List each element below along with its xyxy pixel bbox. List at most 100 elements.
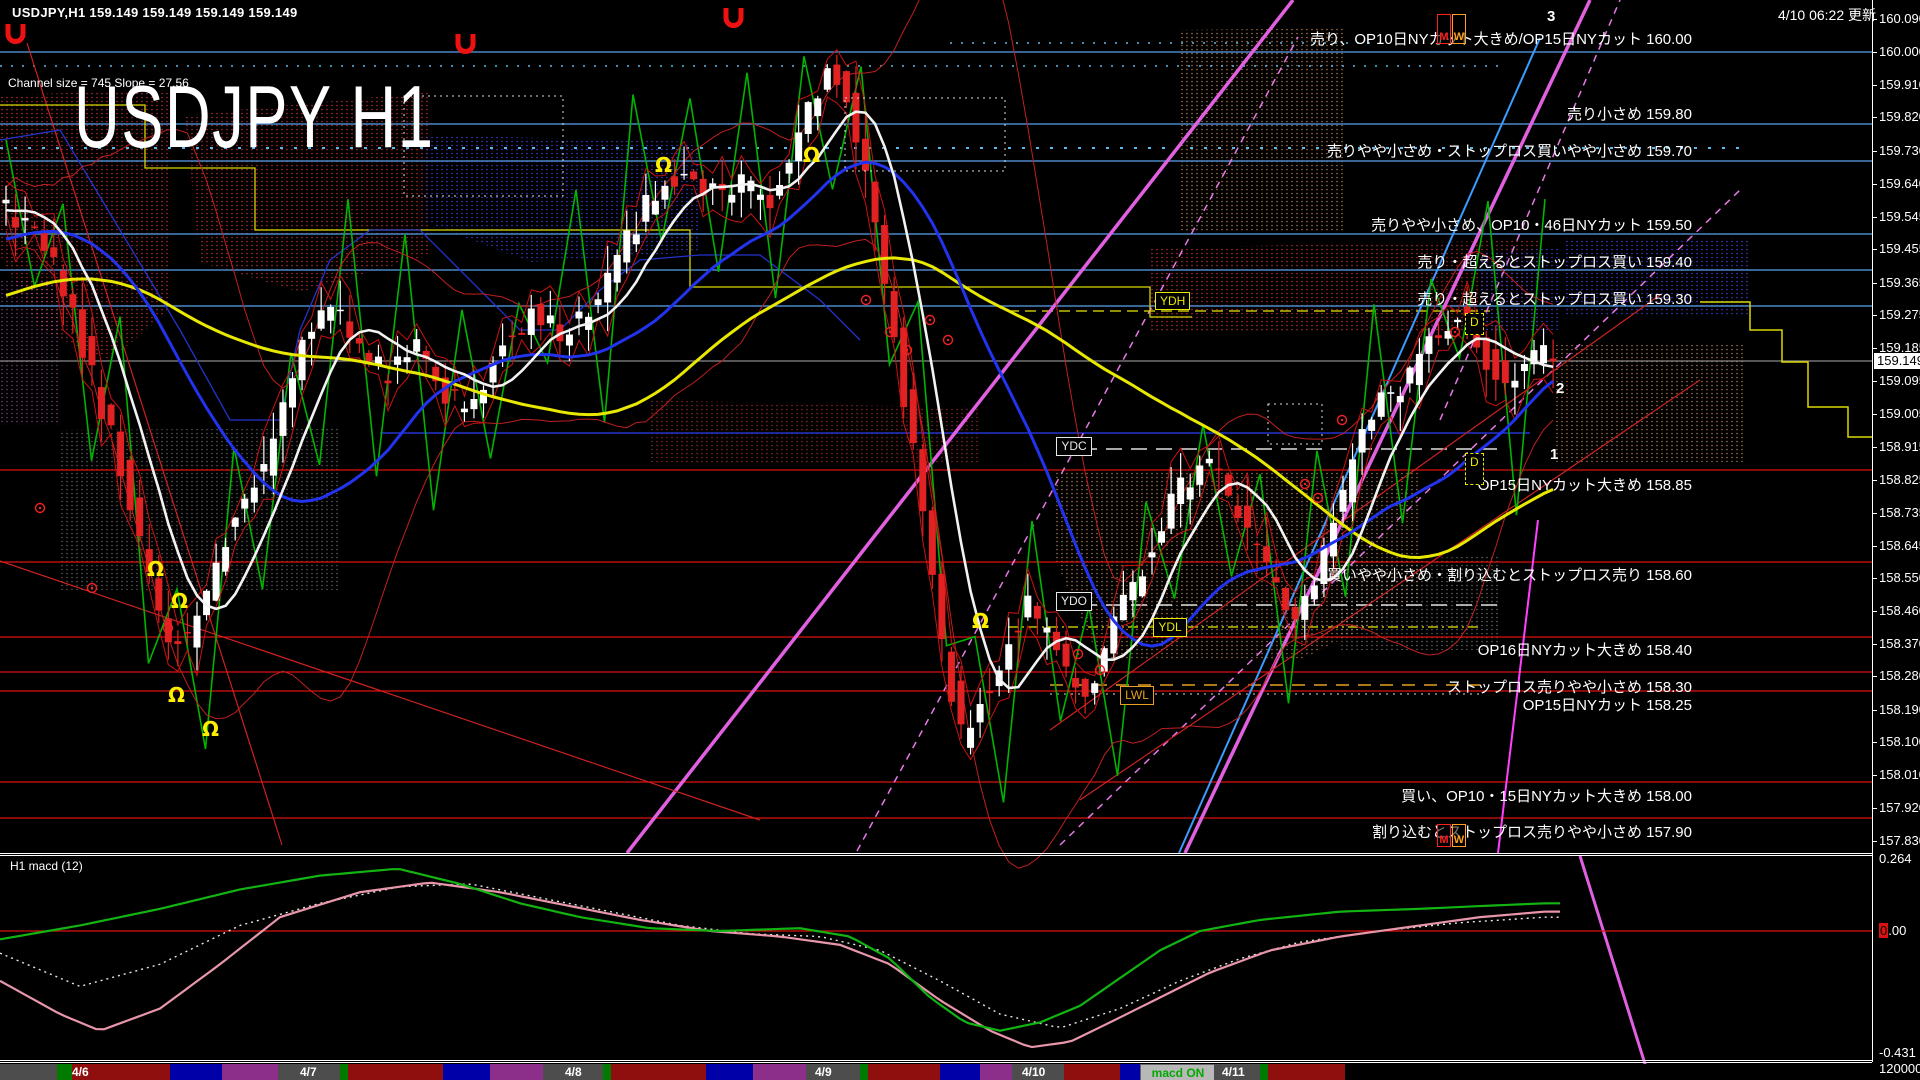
omega-marker-icon: Ω	[655, 153, 672, 177]
price-annotation: OP16日NYカット大きめ 158.40	[1478, 639, 1692, 660]
candle-body	[1015, 631, 1022, 633]
candle-body	[394, 356, 401, 364]
candle-body	[50, 247, 57, 257]
candle-body	[872, 182, 879, 223]
candle-body	[1550, 358, 1557, 361]
candle-body	[1072, 678, 1079, 688]
candle-body	[767, 195, 774, 208]
down-arrow-icon	[458, 34, 473, 52]
candle-body	[1359, 429, 1366, 452]
candle-body	[1349, 459, 1356, 502]
price-axis-label: 159.910	[1879, 77, 1920, 92]
price-axis-label: 159.095	[1879, 373, 1920, 388]
session-strip-segment	[868, 1064, 940, 1080]
price-annotation: 買い、OP10・15日NYカット大きめ 158.00	[1401, 785, 1692, 806]
price-axis-label: 158.460	[1879, 603, 1920, 618]
candle-body	[661, 186, 668, 200]
price-axis-label: 159.365	[1879, 275, 1920, 290]
candle-body	[881, 225, 888, 284]
candle-body	[337, 310, 344, 312]
price-annotation: OP15日NYカット 158.25	[1523, 694, 1692, 715]
sell-signal-dot-icon	[1341, 419, 1343, 421]
strip-top-border	[0, 1062, 1872, 1063]
session-strip-segment	[940, 1064, 980, 1080]
price-axis-label: 158.825	[1879, 472, 1920, 487]
candle-body	[3, 200, 10, 204]
omega-marker-icon: Ω	[147, 557, 164, 581]
price-axis-label: 157.830	[1879, 833, 1920, 848]
candle-body	[1540, 345, 1547, 363]
sell-signal-dot-icon	[39, 507, 41, 509]
candle-body	[1387, 392, 1394, 394]
candle-body	[1196, 466, 1203, 485]
candle-body	[79, 309, 86, 358]
candle-body	[547, 315, 554, 323]
candle-body	[1091, 683, 1098, 693]
chart-level-label[interactable]: YDC	[1056, 437, 1092, 456]
candle-body	[1311, 585, 1318, 599]
candle-body	[1234, 506, 1241, 518]
price-axis-label: 159.005	[1879, 406, 1920, 421]
trend-line[interactable]	[1580, 856, 1650, 1080]
axis-tick-mark	[1872, 217, 1877, 218]
omega-marker-icon: Ω	[202, 717, 219, 741]
down-arrow-icon	[726, 8, 741, 26]
candle-body	[852, 93, 859, 143]
candle-body	[518, 333, 525, 335]
candle-body	[451, 389, 458, 391]
candle-body	[795, 132, 802, 161]
chart-level-label[interactable]: D	[1465, 453, 1484, 485]
chart-level-label[interactable]: D	[1465, 313, 1484, 335]
axis-tick-mark	[1872, 283, 1877, 284]
candle-body	[595, 299, 602, 305]
candle-body	[1168, 494, 1175, 529]
date-axis-label: 4/7	[300, 1065, 317, 1079]
candle-body	[270, 439, 277, 476]
chart-level-label[interactable]: YDH	[1155, 292, 1190, 310]
axis-tick-mark	[1872, 644, 1877, 645]
candle-body	[1139, 576, 1146, 596]
sell-signal-dot-icon	[167, 627, 169, 629]
candle-body	[1435, 335, 1442, 338]
period-marker-w: W	[1452, 14, 1466, 44]
candle-body	[576, 312, 583, 319]
candle-body	[127, 460, 134, 510]
candle-body	[604, 273, 611, 303]
consolidation-box	[1268, 404, 1322, 444]
candle-body	[1129, 582, 1136, 600]
candle-body	[22, 218, 29, 220]
price-axis-line	[1872, 0, 1873, 1062]
axis-tick-mark	[1872, 578, 1877, 579]
candle-body	[938, 574, 945, 639]
candle-body	[1397, 396, 1404, 402]
chart-level-label[interactable]: YDL	[1153, 618, 1187, 637]
axis-tick-mark	[1872, 151, 1877, 152]
chart-level-label[interactable]: YDO	[1056, 592, 1092, 611]
candle-body	[642, 195, 649, 222]
axis-tick-mark	[1872, 676, 1877, 677]
candle-body	[1378, 392, 1385, 416]
down-arrow-icon	[8, 24, 23, 42]
sell-signal-dot-icon	[1077, 653, 1079, 655]
candle-body	[1024, 596, 1031, 618]
candle-body	[986, 692, 993, 694]
chart-level-label[interactable]: LWL	[1120, 686, 1154, 705]
candle-body	[1215, 469, 1222, 471]
price-axis-label: 159.820	[1879, 109, 1920, 124]
candle-body	[614, 255, 621, 283]
channel-info-text: Channel size = 745 Slope = 27.56	[8, 76, 189, 90]
session-strip-segment	[0, 1064, 57, 1080]
candle-body	[251, 488, 258, 503]
axis-tick-mark	[1872, 447, 1877, 448]
candle-body	[1454, 320, 1461, 322]
price-annotation: 売り、OP10日NYカット大きめ/OP15日NYカット 160.00	[1310, 28, 1692, 49]
price-annotation: 売り・超えるとストップロス買い 159.30	[1417, 288, 1692, 309]
macd-on-toggle[interactable]: macd ON	[1140, 1064, 1216, 1080]
candle-body	[1521, 364, 1528, 371]
candle-body	[1063, 644, 1070, 667]
candle-body	[1254, 544, 1261, 546]
axis-tick-mark	[1872, 315, 1877, 316]
candle-body	[814, 98, 821, 116]
candle-body	[60, 271, 67, 297]
price-axis-label: 159.275	[1879, 307, 1920, 322]
